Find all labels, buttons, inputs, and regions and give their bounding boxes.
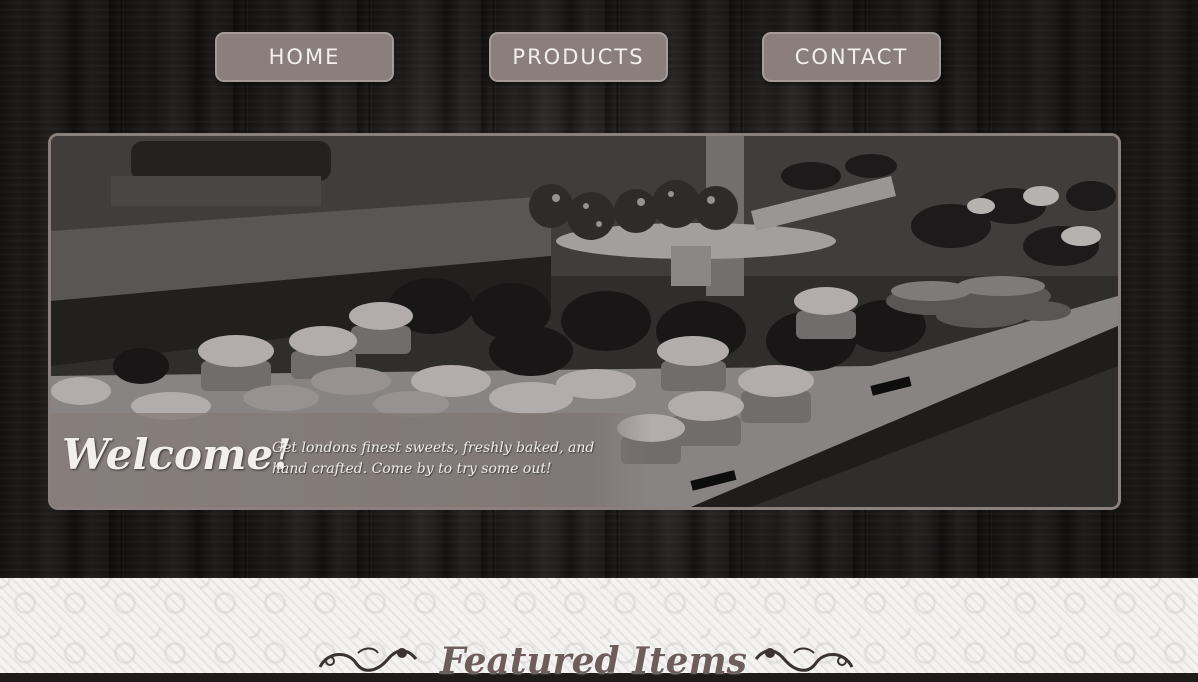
featured-items-heading: Featured Items	[440, 640, 747, 682]
left-flourish-icon	[318, 647, 418, 672]
welcome-description: Get londons finest sweets, freshly baked…	[272, 440, 595, 477]
nav-home-button[interactable]: HOME	[215, 32, 394, 82]
right-flourish-icon	[754, 647, 854, 672]
nav-contact-button[interactable]: CONTACT	[762, 32, 941, 82]
welcome-heading: Welcome!	[62, 430, 292, 479]
nav-products-button[interactable]: PRODUCTS	[489, 32, 668, 82]
